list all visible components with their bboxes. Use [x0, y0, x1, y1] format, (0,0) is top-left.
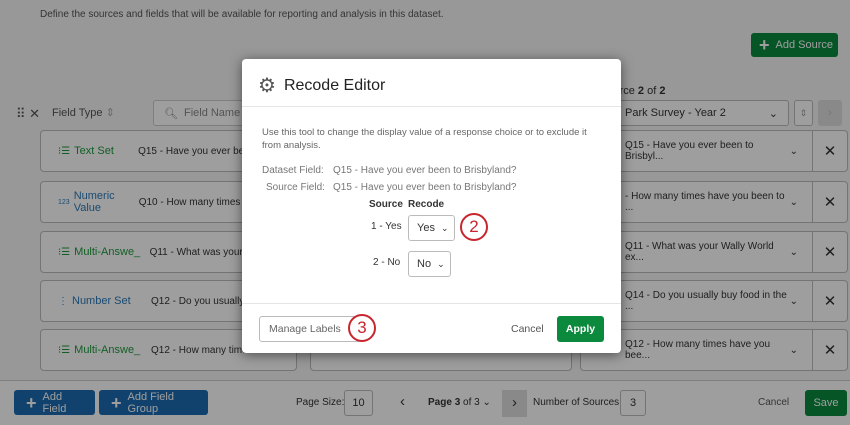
dataset-field-label: Dataset Field:: [262, 165, 324, 176]
callout-badge: 3: [348, 314, 376, 342]
source-column-header: Source: [369, 199, 403, 210]
dataset-field-value: Q15 - Have you ever been to Brisbyland?: [333, 165, 517, 176]
source-field-label: Source Field:: [266, 182, 325, 193]
modal-title: Recode Editor: [283, 76, 386, 94]
modal-intro: Use this tool to change the display valu…: [262, 127, 587, 151]
source-field-value: Q15 - Have you ever been to Brisbyland?: [333, 182, 517, 193]
recode-editor-modal: ⚙ Recode Editor Use this tool to change t…: [242, 59, 621, 353]
manage-labels-button[interactable]: Manage Labels: [259, 316, 361, 342]
callout-badge: 2: [460, 213, 488, 241]
gear-icon: ⚙: [258, 75, 276, 97]
choice-source: 2 - No: [373, 257, 401, 268]
chevron-down-icon: ⌄: [440, 222, 449, 233]
chevron-down-icon: ⌄: [437, 258, 445, 269]
apply-button[interactable]: Apply: [557, 316, 604, 342]
choice-source: 1 - Yes: [371, 221, 402, 232]
recode-column-header: Recode: [408, 199, 445, 210]
recode-select[interactable]: No ⌄: [408, 251, 451, 277]
recode-select[interactable]: Yes ⌄: [408, 215, 455, 241]
modal-cancel-button[interactable]: Cancel: [511, 323, 544, 335]
